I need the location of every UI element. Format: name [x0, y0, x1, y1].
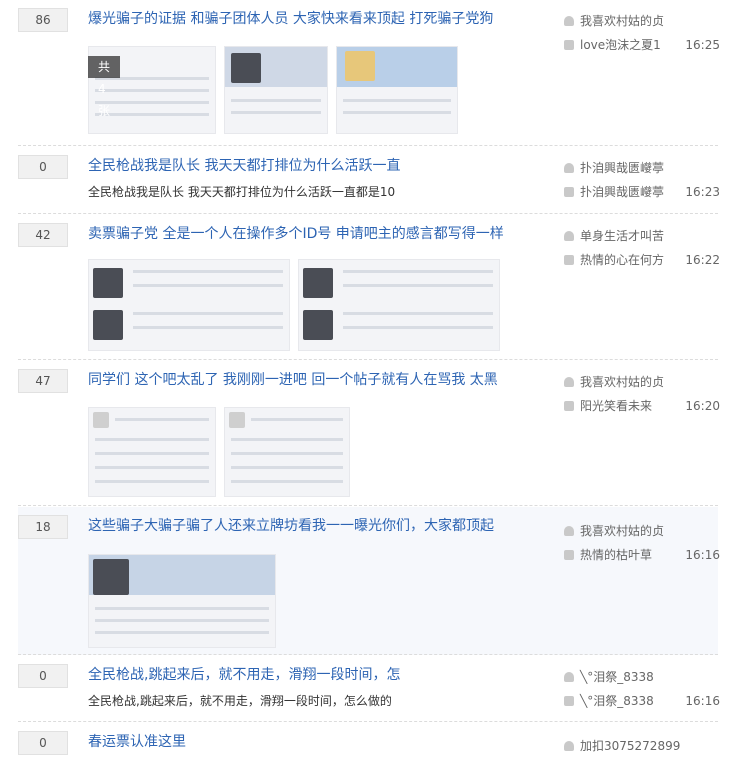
thread-author[interactable]: 加扣3075272899	[564, 737, 680, 755]
reply-count: 42	[18, 223, 68, 247]
thread-title[interactable]: 卖票骗子党 全是一个人在操作多个ID号 申请吧主的感言都写得一样	[88, 223, 504, 243]
thread-title[interactable]: 全民枪战我是队长 我天天都打排位为什么活跃一直	[88, 155, 400, 175]
thread-title[interactable]: 同学们 这个吧太乱了 我刚刚一进吧 回一个帖子就有人在骂我 太黑	[88, 369, 498, 389]
thread-image[interactable]	[336, 46, 458, 134]
thread-image[interactable]	[224, 46, 328, 134]
last-replier[interactable]: 热情的心在何方	[564, 251, 664, 269]
user-icon	[564, 231, 574, 241]
reply-time: 16:20	[685, 399, 720, 413]
user-icon	[564, 741, 574, 751]
thread-item: 42 卖票骗子党 全是一个人在操作多个ID号 申请吧主的感言都写得一样 单身生活…	[18, 215, 720, 360]
thread-image[interactable]	[88, 554, 276, 648]
thread-list: 86 爆光骗子的证据 和骗子团体人员 大家快来看来顶起 打死骗子党狗 共 4张 …	[0, 0, 741, 768]
reply-icon	[564, 187, 574, 197]
reply-time: 16:22	[685, 253, 720, 267]
last-replier[interactable]: ╲°泪祭_8338	[564, 692, 654, 710]
last-replier[interactable]: 扑洎興哉匮巕葶	[564, 183, 664, 201]
reply-icon	[564, 696, 574, 706]
user-icon	[564, 672, 574, 682]
reply-count: 0	[18, 731, 68, 755]
reply-count: 86	[18, 8, 68, 32]
thread-title[interactable]: 爆光骗子的证据 和骗子团体人员 大家快来看来顶起 打死骗子党狗	[88, 8, 493, 28]
thread-item: 0 全民枪战我是队长 我天天都打排位为什么活跃一直 全民枪战我是队长 我天天都打…	[18, 147, 720, 214]
last-replier[interactable]: 阳光笑看未来	[564, 397, 652, 415]
reply-time: 16:23	[685, 185, 720, 199]
thread-author[interactable]: ╲°泪祭_8338	[564, 668, 654, 686]
thread-item: 0 全民枪战,跳起来后，就不用走，滑翔一段时间，怎 全民枪战,跳起来后，就不用走…	[18, 656, 720, 722]
reply-icon	[564, 255, 574, 265]
user-icon	[564, 163, 574, 173]
reply-icon	[564, 401, 574, 411]
reply-count: 18	[18, 515, 68, 539]
thread-title[interactable]: 这些骗子大骗子骗了人还来立牌坊看我一一曝光你们，大家都顶起	[88, 515, 494, 535]
last-replier[interactable]: 热情的枯叶草	[564, 546, 652, 564]
reply-count: 0	[18, 664, 68, 688]
thread-excerpt: 全民枪战我是队长 我天天都打排位为什么活跃一直都是10	[88, 185, 396, 199]
thread-author[interactable]: 单身生活才叫苦	[564, 227, 664, 245]
thread-author[interactable]: 扑洎興哉匮巕葶	[564, 159, 664, 177]
thread-title[interactable]: 全民枪战,跳起来后，就不用走，滑翔一段时间，怎	[88, 664, 400, 684]
reply-count: 47	[18, 369, 68, 393]
last-replier[interactable]: love泡沫之夏1	[564, 36, 661, 54]
image-count-badge: 共 4张	[88, 56, 121, 118]
reply-time: 16:16	[685, 548, 720, 562]
thread-item: 47 同学们 这个吧太乱了 我刚刚一进吧 回一个帖子就有人在骂我 太黑 我喜欢村…	[18, 361, 720, 506]
thread-item: 0 春运票认准这里 加扣3075272899	[18, 723, 718, 768]
thread-author[interactable]: 我喜欢村姑的贞	[564, 12, 664, 30]
user-icon	[564, 377, 574, 387]
user-icon	[564, 16, 574, 26]
reply-time: 16:16	[685, 694, 720, 708]
thread-author[interactable]: 我喜欢村姑的贞	[564, 522, 664, 540]
thread-excerpt: 全民枪战,跳起来后，就不用走，滑翔一段时间，怎么做的	[88, 694, 392, 708]
thread-item: 18 这些骗子大骗子骗了人还来立牌坊看我一一曝光你们，大家都顶起 我喜欢村姑的贞…	[18, 507, 720, 655]
thread-title[interactable]: 春运票认准这里	[88, 731, 186, 751]
reply-icon	[564, 550, 574, 560]
thread-author[interactable]: 我喜欢村姑的贞	[564, 373, 664, 391]
user-icon	[564, 526, 574, 536]
reply-icon	[564, 40, 574, 50]
thread-image[interactable]	[88, 259, 290, 351]
thread-image[interactable]	[224, 407, 350, 497]
thread-image[interactable]	[298, 259, 500, 351]
reply-time: 16:25	[685, 38, 720, 52]
thread-item: 86 爆光骗子的证据 和骗子团体人员 大家快来看来顶起 打死骗子党狗 共 4张 …	[18, 0, 720, 146]
thread-image[interactable]	[88, 407, 216, 497]
reply-count: 0	[18, 155, 68, 179]
